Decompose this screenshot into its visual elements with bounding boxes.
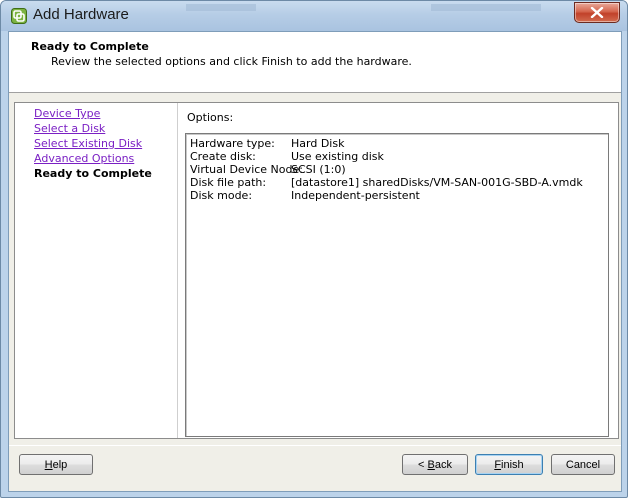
wizard-steps-nav: Device Type Select a Disk Select Existin… [15, 103, 178, 438]
page-subtitle: Review the selected options and click Fi… [51, 55, 412, 68]
dialog-client-area: Ready to Complete Review the selected op… [8, 31, 622, 492]
finish-button[interactable]: Finish [475, 454, 543, 475]
close-button[interactable] [574, 2, 620, 23]
cancel-button[interactable]: Cancel [551, 454, 615, 475]
option-value: Use existing disk [291, 150, 384, 163]
option-key: Disk mode: [190, 189, 253, 202]
option-key: Create disk: [190, 150, 256, 163]
wizard-body: Device Type Select a Disk Select Existin… [14, 102, 619, 439]
background-blur [186, 4, 256, 11]
option-value: Independent-persistent [291, 189, 420, 202]
window-title: Add Hardware [33, 6, 129, 23]
wizard-header: Ready to Complete Review the selected op… [9, 32, 621, 93]
add-hardware-window: Add Hardware Ready to Complete Review th… [0, 0, 628, 498]
page-title: Ready to Complete [31, 40, 149, 53]
option-key: Virtual Device Node: [190, 163, 303, 176]
vsphere-app-icon [11, 8, 27, 24]
help-button[interactable]: Help [19, 454, 93, 475]
option-key: Hardware type: [190, 137, 275, 150]
help-mnemonic: H [44, 459, 53, 471]
option-value: Hard Disk [291, 137, 345, 150]
back-button[interactable]: < Back [402, 454, 468, 475]
option-key: Disk file path: [190, 176, 267, 189]
step-device-type[interactable]: Device Type [34, 107, 100, 120]
close-x-icon [590, 7, 604, 18]
step-select-a-disk[interactable]: Select a Disk [34, 122, 105, 135]
finish-label-rest: inish [501, 459, 524, 471]
footer-separator [9, 445, 621, 446]
title-bar[interactable]: Add Hardware [1, 1, 627, 31]
back-prefix: < [418, 459, 428, 471]
option-value: [datastore1] sharedDisks/VM-SAN-001G-SBD… [291, 176, 583, 189]
back-label-rest: ack [434, 459, 452, 471]
step-advanced-options[interactable]: Advanced Options [34, 152, 134, 165]
step-ready-to-complete: Ready to Complete [34, 167, 152, 180]
background-blur [431, 4, 541, 11]
step-select-existing-disk[interactable]: Select Existing Disk [34, 137, 142, 150]
option-value: SCSI (1:0) [291, 163, 346, 176]
back-mnemonic: B [427, 459, 435, 471]
options-label: Options: [187, 111, 234, 124]
options-summary-box[interactable]: Hardware type: Hard Disk Create disk: Us… [185, 133, 609, 437]
help-label-rest: elp [52, 459, 68, 471]
